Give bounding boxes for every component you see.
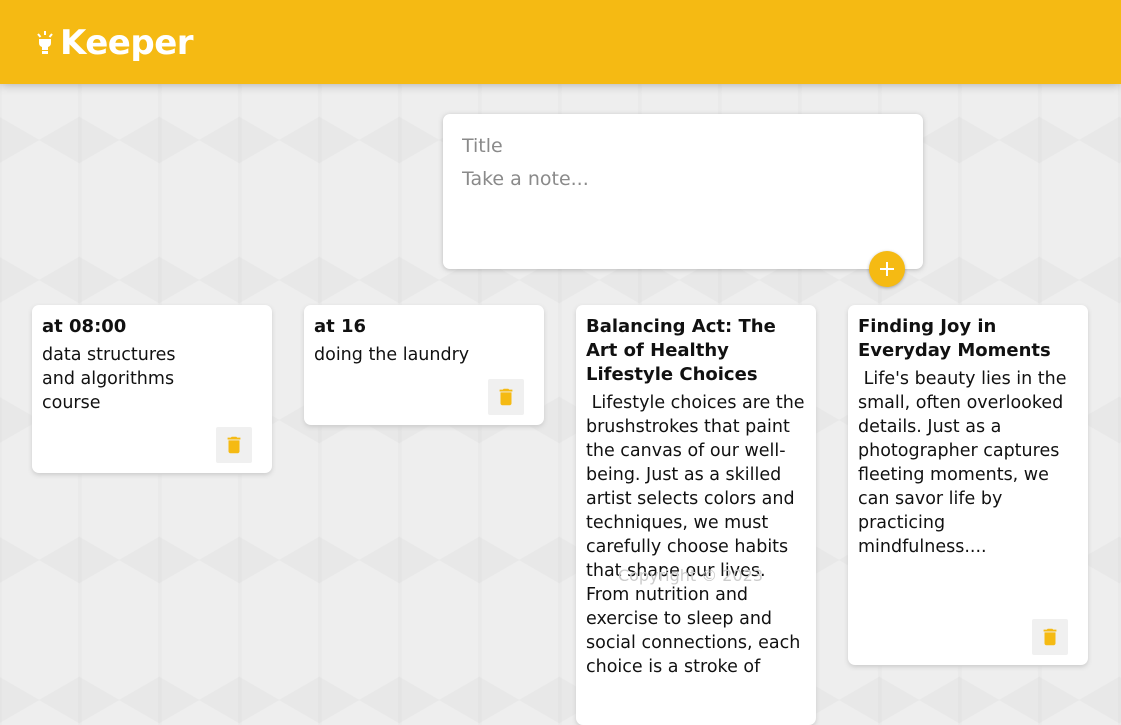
create-note-form: [443, 114, 923, 269]
note-content: data structures and algorithms course: [42, 345, 176, 413]
delete-note-button[interactable]: [1032, 619, 1068, 655]
note-card: at 16 doing the laundry: [304, 305, 544, 425]
app-header: Keeper: [0, 0, 1121, 84]
note-title: Finding Joy in Everyday Moments: [858, 316, 1051, 361]
note-title: Balancing Act: The Art of Healthy Lifest…: [586, 316, 776, 385]
note-title: at 08:00: [42, 316, 127, 337]
note-title-input[interactable]: [462, 132, 904, 160]
trash-icon: [499, 388, 513, 406]
app-logo: Keeper: [36, 23, 194, 63]
app-title: Keeper: [60, 23, 194, 63]
note-content: Lifestyle choices are the brushstrokes t…: [586, 393, 811, 677]
add-note-button[interactable]: [869, 251, 905, 287]
delete-note-button[interactable]: [488, 379, 524, 415]
note-content: Life's beauty lies in the small, often o…: [858, 369, 1073, 557]
plus-icon: [880, 262, 894, 276]
delete-note-button[interactable]: [216, 427, 252, 463]
trash-icon: [1043, 628, 1057, 646]
note-card: Balancing Act: The Art of Healthy Lifest…: [576, 305, 816, 725]
note-content-input[interactable]: [462, 166, 904, 246]
trash-icon: [227, 436, 241, 454]
note-title: at 16: [314, 316, 367, 337]
lightbulb-icon: [37, 31, 53, 54]
note-card: Finding Joy in Everyday Moments Life's b…: [848, 305, 1088, 665]
note-content: doing the laundry: [314, 345, 470, 365]
note-card: at 08:00 data structures and algorithms …: [32, 305, 272, 473]
